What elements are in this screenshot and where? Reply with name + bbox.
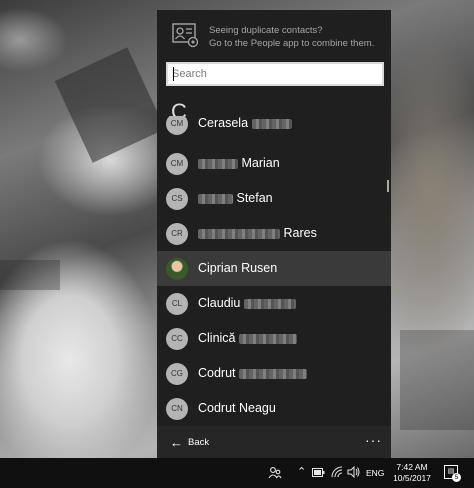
- notification-count-badge: 5: [452, 473, 461, 482]
- search-box[interactable]: [166, 62, 384, 86]
- redacted-text: [198, 193, 233, 204]
- contact-row-ciprian-rusen[interactable]: Ciprian Rusen: [157, 251, 391, 286]
- clock-time: 7:42 AM: [396, 462, 428, 472]
- chevron-up-icon[interactable]: ⌃: [297, 465, 306, 478]
- contact-row-codrut[interactable]: CG Codrut: [157, 356, 391, 391]
- text-caret: [173, 67, 174, 81]
- contact-row-claudiu[interactable]: CL Claudiu: [157, 286, 391, 321]
- back-button[interactable]: Back: [188, 437, 209, 448]
- contact-name: Codrut: [198, 366, 308, 380]
- battery-icon[interactable]: [312, 468, 325, 477]
- contact-name: Clinică: [198, 331, 297, 345]
- banner-line-1: Seeing duplicate contacts?: [209, 25, 323, 36]
- contact-name: Rares: [198, 226, 317, 240]
- search-input[interactable]: [168, 64, 382, 84]
- input-language[interactable]: ENG: [366, 468, 384, 478]
- contact-row-clinica[interactable]: CC Clinică: [157, 321, 391, 356]
- redacted-text: [239, 333, 297, 344]
- redacted-text: [243, 298, 296, 309]
- contact-photo: [166, 258, 188, 280]
- contact-name: Marian: [198, 156, 280, 170]
- contact-row-codrut-neagu[interactable]: CN Codrut Neagu: [157, 391, 391, 422]
- arrow-left-icon[interactable]: ←: [170, 435, 183, 450]
- contact-avatar: CM: [166, 153, 188, 175]
- redacted-text: [198, 158, 238, 169]
- wifi-icon[interactable]: [331, 466, 343, 478]
- taskbar: ⌃ ENG 7:42 AM 10/5/2017 ▤ 5: [0, 458, 474, 488]
- contact-row-marian[interactable]: CM Marian: [157, 146, 391, 181]
- contact-avatar: CS: [166, 188, 188, 210]
- duplicate-contacts-banner[interactable]: Seeing duplicate contacts? Go to the Peo…: [157, 10, 391, 62]
- contact-avatar: CL: [166, 293, 188, 315]
- contact-avatar: CG: [166, 363, 188, 385]
- contact-row-rares[interactable]: CR Rares: [157, 216, 391, 251]
- people-icon[interactable]: [268, 466, 282, 480]
- contact-avatar: CM: [166, 116, 188, 135]
- contact-row-stefan[interactable]: CS Stefan: [157, 181, 391, 216]
- clock[interactable]: 7:42 AM 10/5/2017: [392, 462, 432, 484]
- contact-avatar: CN: [166, 398, 188, 420]
- scrollbar-thumb[interactable]: [387, 180, 389, 192]
- more-options-button[interactable]: ···: [365, 432, 382, 448]
- redacted-text: [239, 368, 308, 379]
- contact-avatar: CR: [166, 223, 188, 245]
- people-flyout: Seeing duplicate contacts? Go to the Peo…: [157, 10, 391, 458]
- clock-date: 10/5/2017: [393, 473, 431, 483]
- banner-line-2: Go to the People app to combine them.: [209, 38, 375, 49]
- people-card-icon: [172, 23, 199, 48]
- contact-name: Claudiu: [198, 296, 296, 310]
- contact-list[interactable]: CM Cerasela CM Marian CS Stefan CR Rares…: [157, 116, 391, 422]
- contact-name: Stefan: [198, 191, 273, 205]
- contact-row-cerasela[interactable]: CM Cerasela: [157, 116, 391, 141]
- banner-text: Seeing duplicate contacts? Go to the Peo…: [209, 24, 387, 50]
- contact-name: Ciprian Rusen: [198, 261, 278, 275]
- contact-avatar: CC: [166, 328, 188, 350]
- volume-icon[interactable]: [347, 466, 360, 478]
- contact-name: Cerasela: [198, 116, 292, 130]
- redacted-text: [251, 118, 292, 129]
- contact-name: Codrut Neagu: [198, 401, 276, 415]
- flyout-footer: ← Back ···: [157, 426, 391, 458]
- redacted-text: [198, 228, 280, 239]
